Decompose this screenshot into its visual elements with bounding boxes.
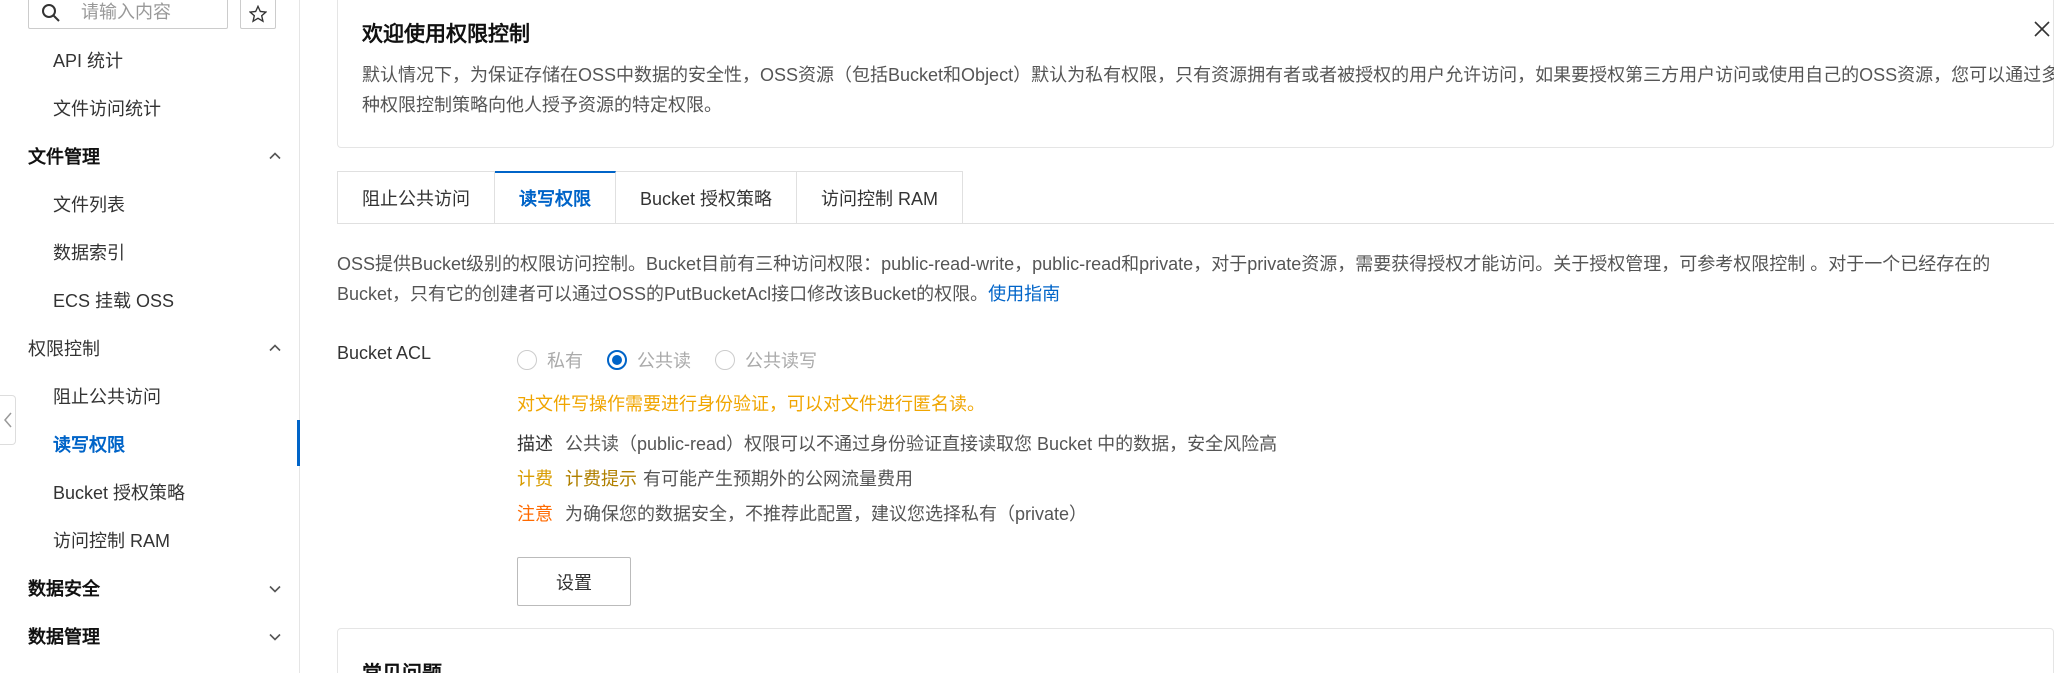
tab-rw-perm[interactable]: 读写权限 bbox=[495, 171, 616, 224]
sidebar-item-block-public[interactable]: 阻止公共访问 bbox=[53, 385, 161, 409]
info-note-label: 注意 bbox=[517, 504, 553, 524]
tab-block-public[interactable]: 阻止公共访问 bbox=[337, 171, 495, 224]
acl-warning: 对文件写操作需要进行身份验证，可以对文件进行匿名读。 bbox=[517, 394, 985, 414]
chevron-down-icon[interactable] bbox=[268, 582, 282, 596]
radio-circle[interactable] bbox=[715, 350, 735, 370]
radio-circle[interactable] bbox=[517, 350, 537, 370]
search-input[interactable]: 请输入内容 bbox=[28, 0, 228, 29]
search-placeholder: 请输入内容 bbox=[81, 2, 171, 22]
info-fee-row: 计费 计费提示 有可能产生预期外的公网流量费用 bbox=[517, 467, 913, 491]
sidebar-group-data-security[interactable]: 数据安全 bbox=[28, 577, 100, 601]
star-icon bbox=[249, 4, 267, 23]
faq-title: 常见问题 bbox=[362, 657, 442, 673]
sidebar-item-bucket-policy[interactable]: Bucket 授权策略 bbox=[53, 481, 185, 505]
tab-ram[interactable]: 访问控制 RAM bbox=[797, 171, 964, 224]
welcome-banner: 欢迎使用权限控制 默认情况下，为保证存储在OSS中数据的安全性，OSS资源（包括… bbox=[337, 0, 2054, 148]
sidebar-collapse-button[interactable] bbox=[0, 395, 16, 445]
usage-guide-link[interactable]: 使用指南 bbox=[988, 284, 1060, 304]
sidebar: 请输入内容 API 统计 文件访问统计 文件管理 文件列表 数据索引 ECS 挂… bbox=[0, 0, 300, 673]
welcome-title: 欢迎使用权限控制 bbox=[362, 23, 530, 46]
radio-label: 公共读 bbox=[637, 351, 691, 371]
set-button[interactable]: 设置 bbox=[517, 557, 631, 606]
radio-label: 公共读写 bbox=[745, 351, 817, 371]
info-desc-label: 描述 bbox=[517, 434, 553, 454]
radio-circle[interactable] bbox=[607, 350, 627, 370]
sidebar-item-file-access-stats[interactable]: 文件访问统计 bbox=[53, 97, 161, 121]
main-content: 欢迎使用权限控制 默认情况下，为保证存储在OSS中数据的安全性，OSS资源（包括… bbox=[337, 0, 2054, 673]
active-indicator bbox=[297, 420, 300, 466]
radio-private[interactable]: 私有 bbox=[517, 347, 583, 373]
welcome-text: 默认情况下，为保证存储在OSS中数据的安全性，OSS资源（包括Bucket和Ob… bbox=[362, 65, 2054, 115]
sidebar-item-data-index[interactable]: 数据索引 bbox=[53, 241, 125, 265]
bucket-acl-label: Bucket ACL bbox=[337, 343, 432, 363]
info-note-row: 注意 为确保您的数据安全，不推荐此配置，建议您选择私有（private） bbox=[517, 502, 1087, 526]
radio-label: 私有 bbox=[547, 351, 583, 371]
sidebar-item-ram[interactable]: 访问控制 RAM bbox=[53, 529, 170, 553]
close-icon[interactable] bbox=[2031, 18, 2053, 40]
sidebar-group-perm-control[interactable]: 权限控制 bbox=[28, 337, 100, 361]
acl-description-text: OSS提供Bucket级别的权限访问控制。Bucket目前有三种访问权限：pub… bbox=[337, 254, 1991, 304]
tab-bucket-policy[interactable]: Bucket 授权策略 bbox=[616, 171, 798, 224]
chevron-up-icon[interactable] bbox=[268, 149, 282, 163]
radio-public-read[interactable]: 公共读 bbox=[607, 347, 691, 373]
sidebar-group-file-mgmt[interactable]: 文件管理 bbox=[28, 145, 100, 169]
info-fee-text: 有可能产生预期外的公网流量费用 bbox=[643, 469, 913, 489]
info-desc-row: 描述 公共读（public-read）权限可以不通过身份验证直接读取您 Bucke… bbox=[517, 432, 1277, 456]
search-icon bbox=[42, 4, 60, 22]
sidebar-group-data-mgmt[interactable]: 数据管理 bbox=[28, 625, 100, 649]
acl-description: OSS提供Bucket级别的权限访问控制。Bucket目前有三种访问权限：pub… bbox=[337, 249, 2054, 309]
tabs-divider bbox=[337, 223, 2054, 224]
info-note-text: 为确保您的数据安全，不推荐此配置，建议您选择私有（private） bbox=[565, 504, 1088, 524]
chevron-down-icon[interactable] bbox=[268, 630, 282, 644]
chevron-up-icon[interactable] bbox=[268, 341, 282, 355]
info-desc-text: 公共读（public-read）权限可以不通过身份验证直接读取您 Bucket … bbox=[565, 434, 1278, 454]
acl-radio-group: 私有 公共读 公共读写 bbox=[517, 347, 841, 373]
favorite-button[interactable] bbox=[240, 0, 276, 29]
fee-tip-link[interactable]: 计费提示 bbox=[565, 469, 637, 489]
sidebar-item-file-list[interactable]: 文件列表 bbox=[53, 193, 125, 217]
info-fee-label: 计费 bbox=[517, 469, 553, 489]
sidebar-item-api-stats[interactable]: API 统计 bbox=[53, 49, 123, 73]
tab-bar: 阻止公共访问 读写权限 Bucket 授权策略 访问控制 RAM bbox=[337, 171, 964, 224]
faq-card: 常见问题 bbox=[337, 628, 2054, 673]
radio-public-read-write[interactable]: 公共读写 bbox=[715, 347, 817, 373]
sidebar-item-ecs-mount[interactable]: ECS 挂载 OSS bbox=[53, 289, 174, 313]
chevron-left-icon bbox=[3, 412, 12, 428]
sidebar-item-rw-perm[interactable]: 读写权限 bbox=[53, 433, 125, 457]
